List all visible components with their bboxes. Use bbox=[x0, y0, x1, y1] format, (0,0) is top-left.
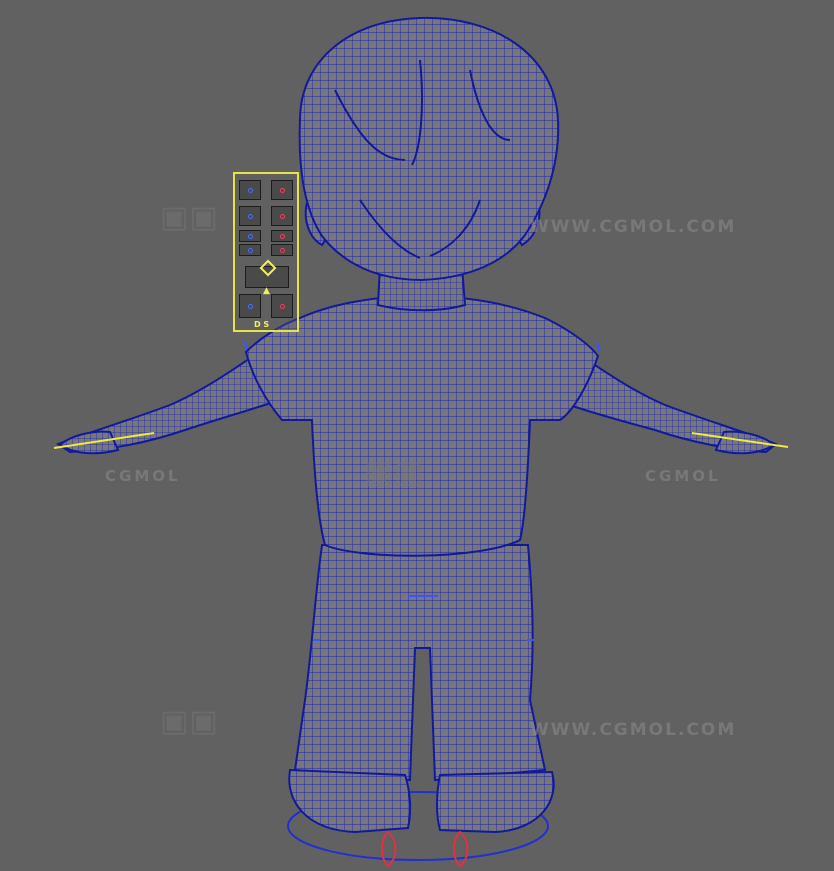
rig-button-brow-left[interactable] bbox=[239, 180, 261, 200]
rig-panel-bottom-label[interactable]: D S bbox=[254, 320, 269, 329]
blue-dot-icon bbox=[248, 188, 253, 193]
left-shoe-mesh[interactable] bbox=[288, 768, 412, 834]
rig-button-cheek-left[interactable] bbox=[239, 230, 261, 242]
red-dot-icon bbox=[280, 248, 285, 253]
up-arrow-icon[interactable]: ▲ bbox=[263, 287, 270, 296]
watermark-url-top: WWW.CGMOL.COM bbox=[530, 217, 737, 237]
right-shoulder-control[interactable] bbox=[596, 341, 601, 353]
rig-button-jaw-right[interactable] bbox=[271, 294, 293, 318]
red-dot-icon bbox=[280, 304, 285, 309]
rig-button-eye-left[interactable] bbox=[239, 206, 261, 226]
right-foot-control[interactable] bbox=[453, 830, 469, 868]
3d-viewport[interactable]: ▣▣ WWW.CGMOL.COM CGMOL CGMOL ▣▣ ▣▣ WWW.C… bbox=[0, 0, 834, 871]
red-dot-icon bbox=[280, 214, 285, 219]
left-foot-control[interactable] bbox=[381, 830, 397, 868]
rig-button-jaw-left[interactable] bbox=[239, 294, 261, 318]
blue-dot-icon bbox=[248, 248, 253, 253]
face-rig-picker-panel[interactable]: ▲ D S bbox=[233, 172, 299, 332]
hair-mesh[interactable] bbox=[298, 16, 560, 282]
rig-button-brow-right[interactable] bbox=[271, 180, 293, 200]
blue-dot-icon bbox=[248, 234, 253, 239]
blue-dot-icon bbox=[248, 304, 253, 309]
watermark-url-bottom: WWW.CGMOL.COM bbox=[530, 720, 737, 740]
watermark-logo-center: ▣▣ bbox=[365, 455, 424, 490]
right-hand-mesh[interactable] bbox=[714, 430, 776, 455]
watermark-logo-top-left: ▣▣ bbox=[160, 200, 219, 235]
character-scene[interactable] bbox=[0, 0, 834, 871]
pants-mesh[interactable] bbox=[293, 544, 547, 782]
rig-button-cheek-right[interactable] bbox=[271, 230, 293, 242]
rig-button-nose-left[interactable] bbox=[239, 244, 261, 256]
right-shoe-mesh[interactable] bbox=[436, 770, 555, 834]
blue-dot-icon bbox=[248, 214, 253, 219]
watermark-brand-left: CGMOL bbox=[105, 467, 181, 485]
watermark-logo-bottom-left: ▣▣ bbox=[160, 704, 219, 739]
shirt-mesh[interactable] bbox=[244, 294, 600, 557]
rig-button-eye-right[interactable] bbox=[271, 206, 293, 226]
watermark-brand-right: CGMOL bbox=[645, 467, 721, 485]
red-dot-icon bbox=[280, 188, 285, 193]
red-dot-icon bbox=[280, 234, 285, 239]
rig-button-nose-right[interactable] bbox=[271, 244, 293, 256]
